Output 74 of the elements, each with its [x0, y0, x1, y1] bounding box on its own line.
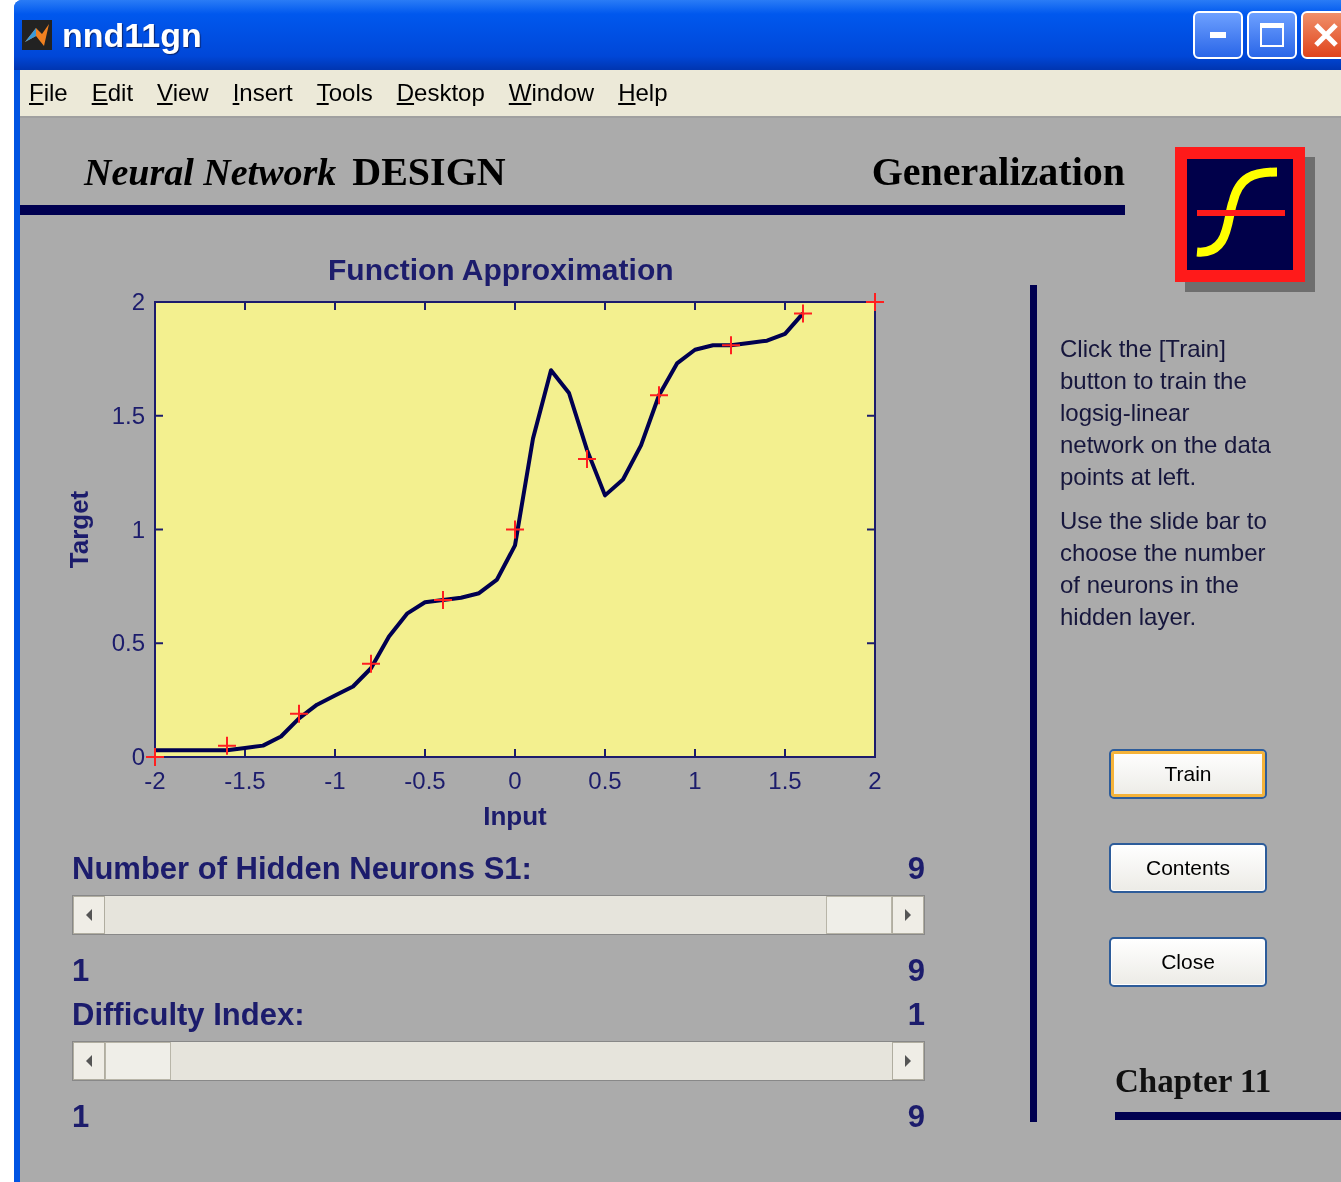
menu-item[interactable]: File	[29, 79, 68, 107]
app-icon	[22, 20, 52, 50]
x-tick-label: -2	[144, 767, 166, 794]
menu-item[interactable]: Edit	[91, 79, 134, 107]
scroll-right-button[interactable]	[892, 896, 924, 934]
menu-item[interactable]: Desktop	[396, 79, 485, 107]
action-button[interactable]: Train	[1109, 749, 1267, 799]
minimize-icon	[1210, 32, 1226, 38]
scroll-left-button[interactable]	[73, 896, 105, 934]
right-arrow-icon	[904, 1055, 912, 1067]
target-marker	[505, 519, 525, 540]
menu-item[interactable]: Insert	[232, 79, 293, 107]
action-button[interactable]: Contents	[1109, 843, 1267, 893]
y-axis-label: Target	[64, 490, 94, 569]
brand-title: DESIGN	[352, 148, 506, 195]
y-tick-label: 1.5	[111, 401, 145, 429]
target-marker	[721, 335, 741, 356]
slider-max: 9	[907, 1099, 925, 1135]
x-tick-label: 0.5	[588, 767, 622, 794]
maximize-button[interactable]	[1247, 11, 1297, 59]
target-marker	[649, 385, 669, 406]
window-title: nnd11gn	[62, 15, 202, 55]
target-marker	[289, 703, 309, 724]
close-button[interactable]	[1301, 11, 1341, 59]
logo-icon	[1175, 147, 1315, 292]
target-marker	[793, 303, 813, 324]
slider-label: Number of Hidden Neurons S1:	[72, 851, 532, 887]
slider-min: 1	[72, 953, 90, 989]
x-tick-label: 1	[688, 767, 702, 794]
menu-item[interactable]: Window	[508, 79, 595, 107]
slider-thumb[interactable]	[826, 896, 892, 934]
slider-track[interactable]	[72, 895, 925, 935]
scroll-left-button[interactable]	[73, 1042, 105, 1080]
instruction-text: Use the slide bar to choose the number of neurons in the hidden layer.	[1060, 506, 1268, 632]
slider-value: 1	[907, 997, 925, 1033]
target-marker	[217, 735, 237, 756]
slider-thumb[interactable]	[105, 1042, 171, 1080]
slider-track[interactable]	[72, 1041, 925, 1081]
action-button[interactable]: Close	[1109, 937, 1267, 987]
x-tick-label: 0	[508, 767, 522, 794]
y-tick-label: 0.5	[111, 629, 145, 657]
x-tick-label: -1.5	[224, 767, 266, 794]
chapter-label: Chapter 11	[1115, 1063, 1273, 1100]
x-tick-label: 1.5	[768, 767, 802, 794]
brand-title: Neural Network	[84, 150, 337, 194]
left-arrow-icon	[85, 909, 93, 921]
target-marker	[145, 747, 165, 767]
chart-title: Function Approximation	[328, 253, 675, 287]
y-tick-label: 1	[131, 515, 145, 543]
menu-item[interactable]: Tools	[316, 79, 373, 107]
close-icon	[1313, 22, 1339, 48]
minimize-button[interactable]	[1193, 11, 1243, 59]
target-marker	[361, 653, 381, 674]
target-marker	[433, 590, 453, 611]
topic-title: Generalization	[871, 148, 1125, 195]
y-tick-label: 2	[131, 288, 145, 315]
x-tick-label: -0.5	[404, 767, 446, 794]
menu-item[interactable]: Help	[618, 79, 668, 107]
x-tick-label: -1	[324, 767, 346, 794]
right-arrow-icon	[904, 909, 912, 921]
target-marker	[577, 449, 597, 469]
x-axis-label: Input	[483, 801, 547, 831]
slider-max: 9	[907, 953, 925, 989]
maximize-icon	[1260, 23, 1284, 47]
y-tick-label: 0	[131, 743, 145, 770]
target-marker	[865, 292, 885, 312]
x-tick-label: 2	[868, 767, 882, 794]
menu-item[interactable]: View	[157, 79, 209, 107]
scroll-right-button[interactable]	[892, 1042, 924, 1080]
instruction-text: Click the [Train] button to train the logsig-linear network on the data points at left.	[1060, 334, 1272, 492]
slider-label: Difficulty Index:	[72, 997, 305, 1033]
slider-min: 1	[72, 1099, 90, 1135]
left-arrow-icon	[85, 1055, 93, 1067]
slider-value: 9	[907, 851, 925, 887]
